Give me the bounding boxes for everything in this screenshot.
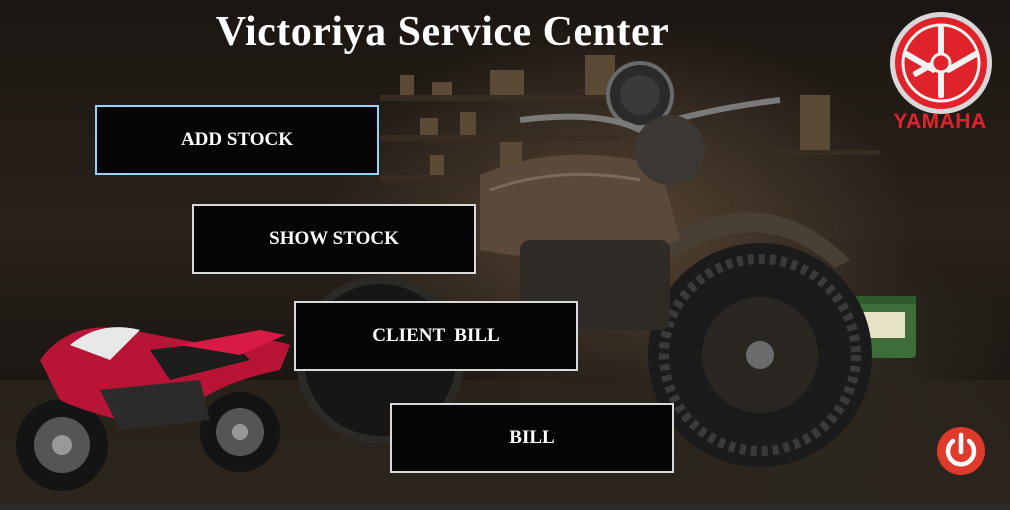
add-stock-button[interactable]: ADD STOCK [95, 105, 379, 175]
power-icon[interactable] [936, 426, 986, 476]
show-stock-button[interactable]: SHOW STOCK [192, 204, 476, 274]
client-bill-button[interactable]: CLIENT BILL [294, 301, 578, 371]
bill-button[interactable]: BILL [390, 403, 674, 473]
yamaha-logo-text: YAMAHA [893, 110, 987, 133]
bottom-edge [0, 504, 1010, 510]
app-title: Victoriya Service Center [215, 9, 670, 55]
main-window: Victoriya Service Center ADD STOCK SHOW … [0, 0, 1010, 510]
